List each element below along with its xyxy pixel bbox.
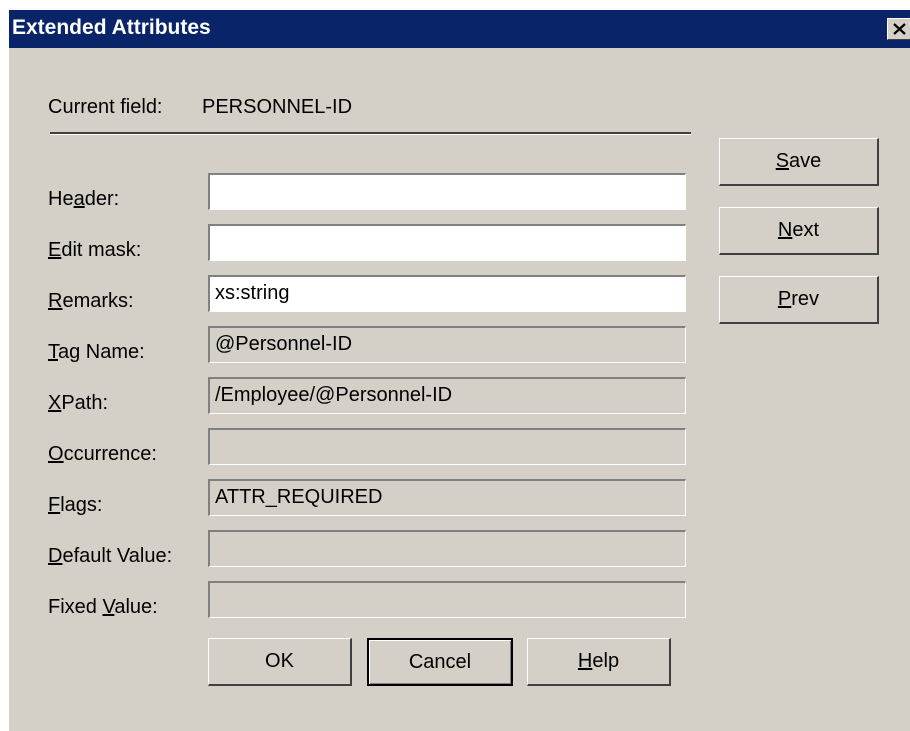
header-label: Header: xyxy=(48,188,120,210)
save-button[interactable]: Save xyxy=(719,138,879,186)
occurrence-field[interactable] xyxy=(208,428,686,465)
tag-name-label: Tag Name: xyxy=(48,341,145,363)
prev-button[interactable]: Prev xyxy=(719,276,879,324)
edit-mask-label: Edit mask: xyxy=(48,239,142,261)
next-button[interactable]: Next xyxy=(719,207,879,255)
cancel-button[interactable]: Cancel xyxy=(367,638,513,686)
xpath-field[interactable]: /Employee/@Personnel-ID xyxy=(208,377,686,414)
current-field-label: Current field: xyxy=(48,96,163,118)
current-field-value: PERSONNEL-ID xyxy=(202,96,353,118)
separator-line xyxy=(50,132,691,135)
fixed-value-label: Fixed Value: xyxy=(48,596,158,618)
help-button[interactable]: Help xyxy=(527,638,671,686)
default-value-label: Default Value: xyxy=(48,545,173,567)
default-value-field[interactable] xyxy=(208,530,686,567)
xpath-label: XPath: xyxy=(48,392,109,414)
remarks-label: Remarks: xyxy=(48,290,134,312)
header-input[interactable] xyxy=(208,173,686,210)
occurrence-label: Occurrence: xyxy=(48,443,157,465)
fixed-value-field[interactable] xyxy=(208,581,686,618)
remarks-input[interactable]: xs:string xyxy=(208,275,686,312)
ok-button[interactable]: OK xyxy=(208,638,352,686)
edit-mask-input[interactable] xyxy=(208,224,686,261)
tag-name-field[interactable]: @Personnel-ID xyxy=(208,326,686,363)
flags-label: Flags: xyxy=(48,494,103,516)
close-button[interactable] xyxy=(887,18,910,40)
close-icon xyxy=(893,23,906,35)
extended-attributes-dialog: Extended Attributes Current field: PERSO… xyxy=(8,9,910,731)
flags-field[interactable]: ATTR_REQUIRED xyxy=(208,479,686,516)
title-bar: Extended Attributes xyxy=(9,10,910,48)
dialog-title: Extended Attributes xyxy=(12,16,211,39)
